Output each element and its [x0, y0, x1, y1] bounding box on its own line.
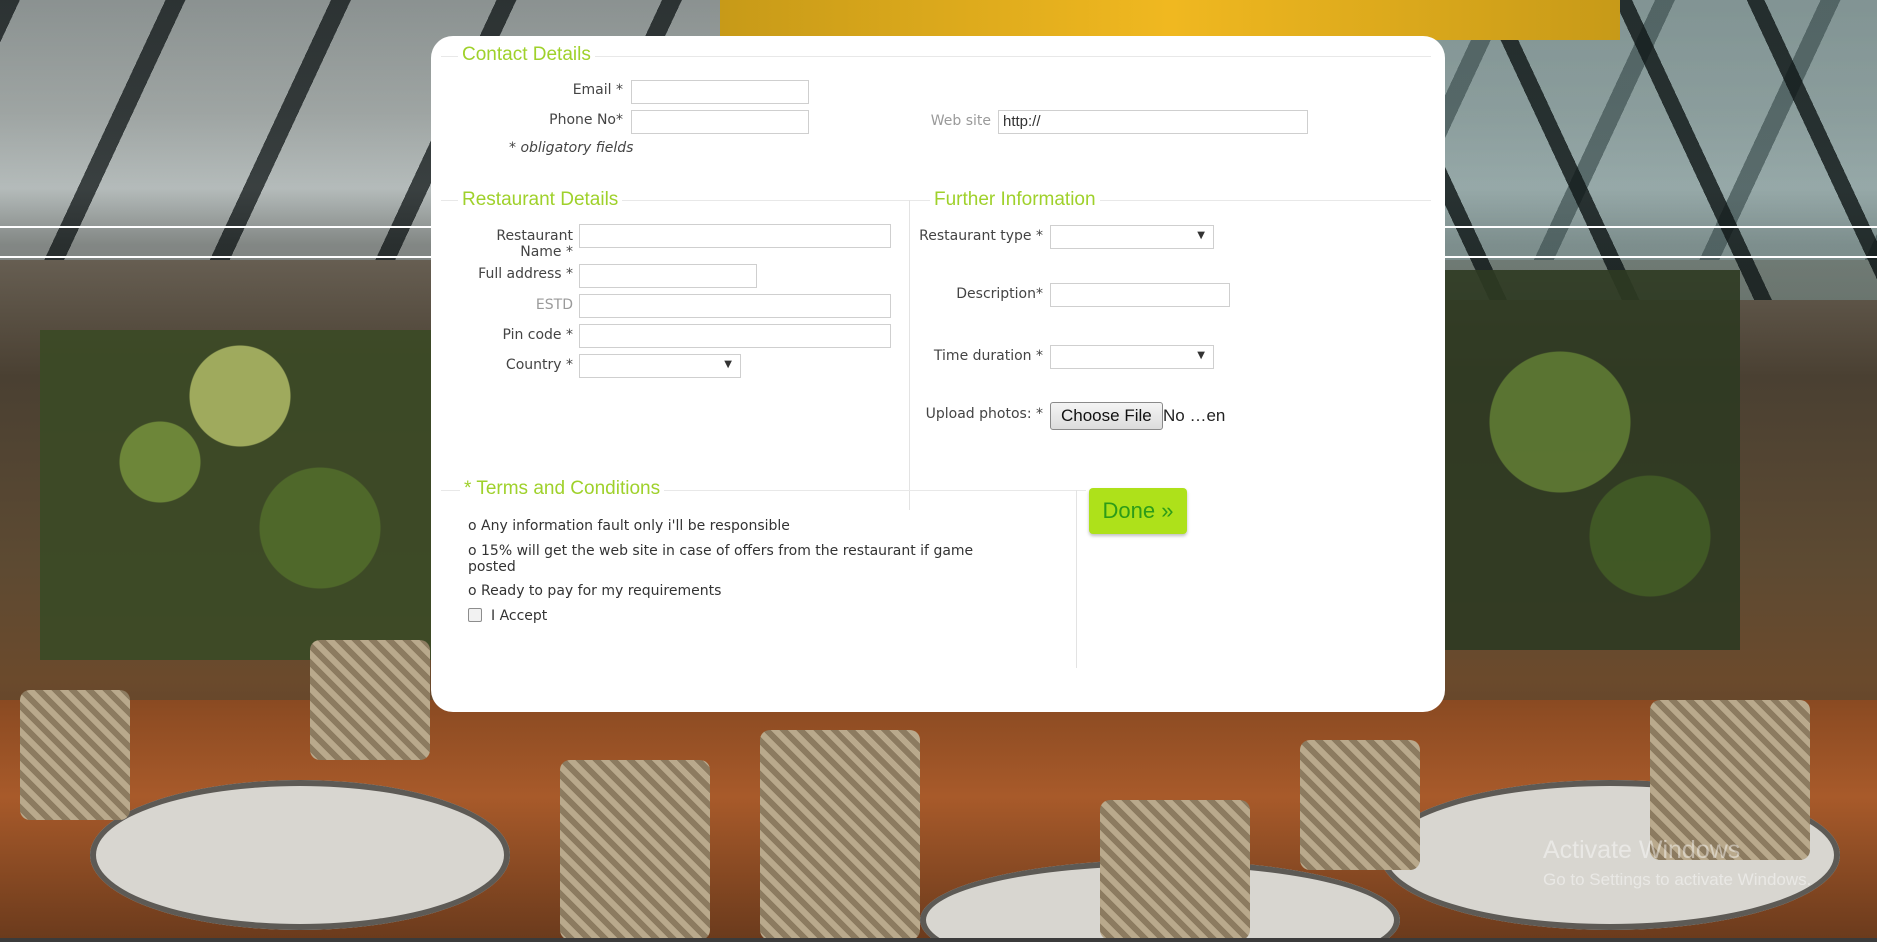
upload-photos-label: Upload photos: *: [925, 406, 1043, 422]
pin-code-label: Pin code *: [502, 327, 573, 343]
estd-input[interactable]: [579, 294, 891, 318]
terms-item: o 15% will get the web site in case of o…: [468, 543, 974, 575]
dropdown-arrow-icon: ▼: [1197, 350, 1205, 361]
obligatory-note: * obligatory fields: [509, 140, 634, 156]
activate-windows-title: Activate Windows: [1543, 836, 1741, 864]
email-input[interactable]: [631, 80, 809, 104]
full-address-input[interactable]: [579, 264, 757, 288]
restaurant-type-label: Restaurant type *: [919, 228, 1043, 244]
activate-windows-subtitle: Go to Settings to activate Windows.: [1543, 870, 1812, 889]
email-label: Email *: [572, 82, 623, 98]
website-input[interactable]: http://: [998, 110, 1308, 134]
choose-file-button[interactable]: Choose File: [1050, 402, 1163, 430]
accept-label: I Accept: [491, 608, 548, 624]
dropdown-arrow-icon: ▼: [724, 359, 732, 370]
restaurant-type-select[interactable]: ▼: [1050, 225, 1214, 249]
restaurant-name-input[interactable]: [579, 224, 891, 248]
pin-code-input[interactable]: [579, 324, 891, 348]
phone-input[interactable]: [631, 110, 809, 134]
time-duration-label: Time duration *: [933, 348, 1043, 364]
further-information-title: Further Information: [930, 189, 1100, 211]
phone-label: Phone No*: [549, 112, 623, 128]
full-address-label: Full address *: [478, 266, 573, 282]
terms-item: o Any information fault only i'll be res…: [468, 518, 790, 534]
done-button[interactable]: Done »: [1089, 488, 1187, 534]
restaurant-name-label: Restaurant Name *: [496, 228, 573, 260]
country-label: Country *: [505, 357, 573, 373]
dropdown-arrow-icon: ▼: [1197, 230, 1205, 241]
restaurant-details-title: Restaurant Details: [458, 189, 623, 211]
terms-item: o Ready to pay for my requirements: [468, 583, 722, 599]
country-select[interactable]: ▼: [579, 354, 741, 378]
description-input[interactable]: [1050, 283, 1230, 307]
description-label: Description*: [956, 286, 1043, 302]
estd-label: ESTD: [535, 297, 573, 313]
time-duration-select[interactable]: ▼: [1050, 345, 1214, 369]
terms-title: * Terms and Conditions: [460, 478, 665, 500]
accept-checkbox[interactable]: [468, 608, 482, 622]
website-label: Web site: [930, 113, 991, 129]
registration-form-card: Contact Details Email * Phone No* Web si…: [431, 36, 1445, 712]
contact-details-title: Contact Details: [458, 44, 595, 66]
file-status-text: No …en: [1163, 406, 1226, 425]
